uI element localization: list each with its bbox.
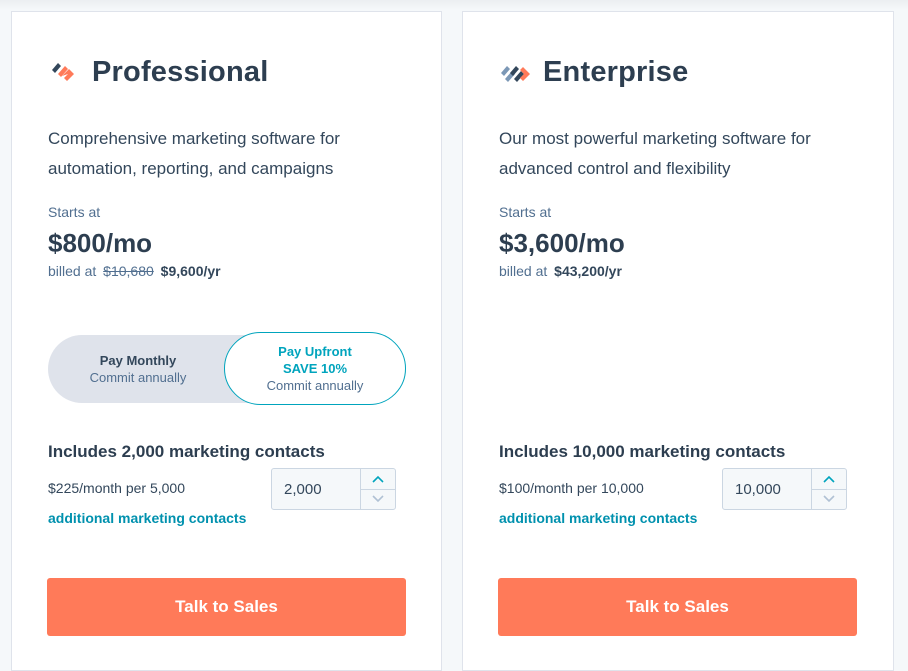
billed-info: billed at $10,680 $9,600/yr xyxy=(48,263,221,279)
additional-contacts-link[interactable]: additional marketing contacts xyxy=(48,510,246,526)
talk-to-sales-button[interactable]: Talk to Sales xyxy=(498,578,857,636)
contacts-stepper xyxy=(722,468,847,510)
plan-price: $800/mo xyxy=(48,228,153,258)
chevron-up-icon xyxy=(823,475,835,483)
plan-description: Comprehensive marketing software for aut… xyxy=(48,129,340,178)
pay-upfront-label: Pay Upfront xyxy=(278,344,352,359)
plan-header: Enterprise xyxy=(499,56,688,89)
decrement-button[interactable] xyxy=(361,490,395,510)
included-contacts: Includes 10,000 marketing contacts xyxy=(499,442,786,461)
billed-original-price: $10,680 xyxy=(103,263,154,279)
save-badge: SAVE 10% xyxy=(282,361,348,376)
plan-description: Our most powerful marketing software for… xyxy=(499,129,811,178)
starts-at-label: Starts at xyxy=(48,204,101,220)
decrement-button[interactable] xyxy=(812,490,846,510)
increment-button[interactable] xyxy=(361,469,395,490)
professional-plan-icon xyxy=(48,58,80,88)
increment-button[interactable] xyxy=(812,469,846,490)
chevron-down-icon xyxy=(372,495,384,503)
pay-monthly-option[interactable]: Pay Monthly Commit annually xyxy=(48,335,228,403)
billed-info: billed at $43,200/yr xyxy=(499,263,622,279)
addon-price: $225/month per 5,000 xyxy=(48,480,185,496)
billed-annual-price: $9,600/yr xyxy=(160,263,221,279)
billed-annual-price: $43,200/yr xyxy=(554,263,622,279)
enterprise-plan-card: Enterprise Our most powerful marketing s… xyxy=(462,11,894,671)
talk-to-sales-button[interactable]: Talk to Sales xyxy=(47,578,406,636)
contacts-input[interactable] xyxy=(723,469,811,509)
pay-monthly-label: Pay Monthly xyxy=(99,353,177,368)
enterprise-plan-icon xyxy=(499,58,531,88)
addon-pricing: $100/month per 10,000 additional marketi… xyxy=(499,473,699,533)
page-top-strip xyxy=(0,0,908,10)
chevron-down-icon xyxy=(823,495,835,503)
pay-upfront-sublabel: Commit annually xyxy=(266,378,364,393)
billing-toggle: Pay Monthly Commit annually Pay Upfront … xyxy=(48,332,406,405)
pay-monthly-sublabel: Commit annually xyxy=(89,370,187,385)
starts-at-label: Starts at xyxy=(499,204,552,220)
contacts-input[interactable] xyxy=(272,469,360,509)
plan-title: Enterprise xyxy=(543,56,689,88)
contacts-stepper xyxy=(271,468,396,510)
addon-pricing: $225/month per 5,000 additional marketin… xyxy=(48,473,248,533)
additional-contacts-link[interactable]: additional marketing contacts xyxy=(499,510,697,526)
included-contacts: Includes 2,000 marketing contacts xyxy=(48,442,325,461)
stepper-buttons xyxy=(360,469,395,509)
stepper-buttons xyxy=(811,469,846,509)
plan-header: Professional xyxy=(48,56,268,89)
chevron-up-icon xyxy=(372,475,384,483)
plan-title: Professional xyxy=(92,56,269,88)
billed-prefix: billed at xyxy=(48,263,97,279)
professional-plan-card: Professional Comprehensive marketing sof… xyxy=(11,11,442,671)
pay-upfront-option[interactable]: Pay Upfront SAVE 10% Commit annually xyxy=(224,332,406,405)
plan-price: $3,600/mo xyxy=(499,228,625,258)
billed-prefix: billed at xyxy=(499,263,548,279)
addon-price: $100/month per 10,000 xyxy=(499,480,644,496)
